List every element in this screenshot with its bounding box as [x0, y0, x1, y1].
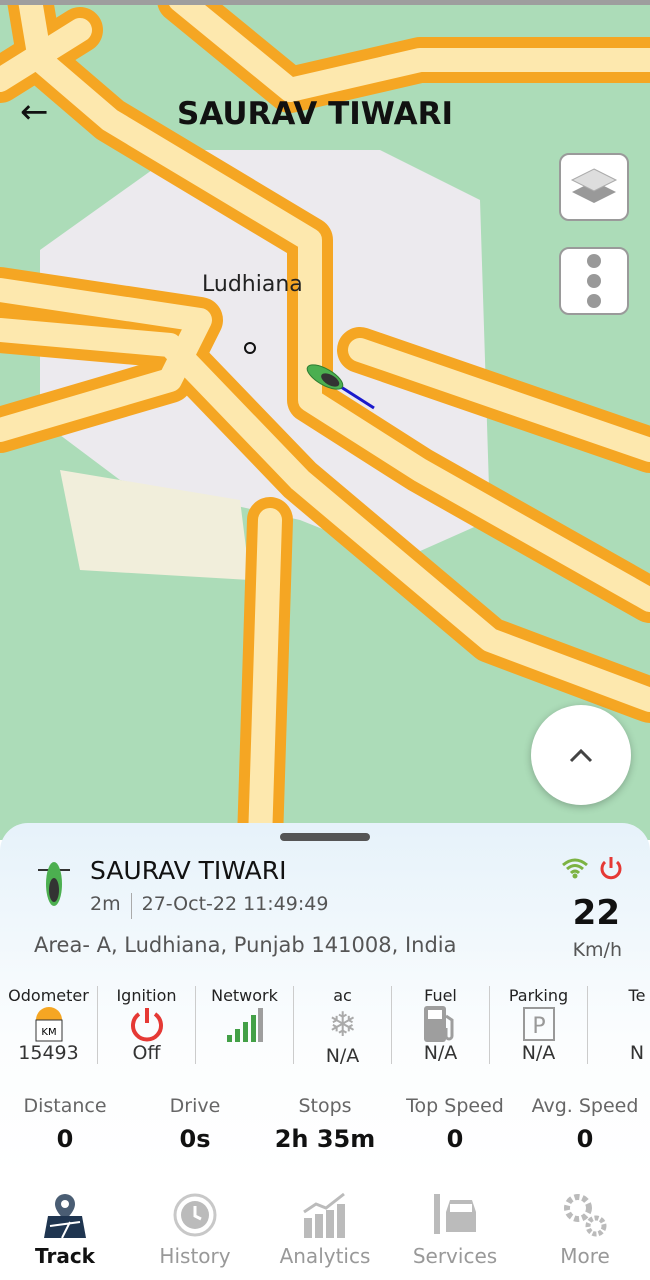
nav-services[interactable]: Services — [390, 1180, 520, 1280]
svg-text:P: P — [532, 1014, 545, 1039]
sensor-stats: Odometer KM 15493 Ignition Off Network ac ❄ N… — [0, 986, 650, 1067]
drag-handle[interactable] — [280, 833, 370, 841]
stat-ac[interactable]: ac ❄ N/A — [294, 986, 392, 1067]
motorcycle-icon — [38, 862, 70, 906]
more-vertical-icon — [587, 254, 601, 308]
odometer-km-icon: KM — [35, 1006, 62, 1041]
map-pin-icon — [44, 1194, 86, 1238]
layers-button[interactable] — [559, 153, 629, 221]
gears-icon — [564, 1194, 607, 1237]
more-options-button[interactable] — [559, 247, 629, 315]
divider — [130, 893, 132, 919]
nav-track[interactable]: Track — [0, 1180, 130, 1280]
gps-signal-icon — [562, 858, 588, 879]
last-update-time: 27-Oct-22 11:49:49 — [141, 893, 329, 915]
trip-stops: Stops 2h 35m — [274, 1095, 376, 1153]
speed-value: 22 — [572, 893, 620, 933]
stat-parking[interactable]: Parking P N/A — [490, 986, 588, 1064]
trip-top-speed: Top Speed 0 — [406, 1095, 504, 1153]
last-update-age: 2m — [90, 893, 121, 915]
power-status-icon — [600, 857, 622, 880]
stat-network[interactable]: Network — [196, 986, 294, 1064]
trip-summary: Distance 0 Drive 0s Stops 2h 35m Top Speed 0… — [0, 1095, 650, 1153]
nav-history[interactable]: History — [130, 1180, 260, 1280]
chevron-up-icon — [569, 748, 593, 763]
stat-fuel[interactable]: Fuel N/A — [392, 986, 490, 1064]
speed-unit: Km/h — [572, 939, 622, 961]
vehicle-address: Area- A, Ludhiana, Punjab 141008, India — [34, 933, 457, 957]
car-service-icon — [434, 1194, 476, 1234]
city-label: Ludhiana — [202, 272, 303, 297]
status-bar — [0, 0, 650, 5]
page-title: SAURAV TIWARI — [177, 96, 453, 132]
vehicle-details-sheet: SAURAV TIWARI 2m 27-Oct-22 11:49:49 Area-… — [0, 823, 650, 1180]
parking-icon: P — [522, 1006, 555, 1041]
stat-ignition[interactable]: Ignition Off — [98, 986, 196, 1064]
signal-bars-icon — [226, 1008, 263, 1042]
expand-sheet-button[interactable] — [531, 705, 631, 805]
fuel-pump-icon — [423, 1005, 453, 1042]
stat-temperature[interactable]: Te N — [588, 986, 650, 1064]
layers-icon — [570, 168, 618, 203]
analytics-chart-icon — [303, 1192, 345, 1238]
nav-analytics[interactable]: Analytics — [260, 1180, 390, 1280]
svg-text:KM: KM — [41, 1027, 56, 1038]
power-icon — [130, 1007, 163, 1041]
trip-distance: Distance 0 — [23, 1095, 107, 1153]
vehicle-name: SAURAV TIWARI — [90, 856, 287, 885]
history-clock-icon — [173, 1193, 217, 1237]
trip-drive: Drive 0s — [169, 1095, 221, 1153]
stat-odometer[interactable]: Odometer KM 15493 — [0, 986, 98, 1064]
trip-avg-speed: Avg. Speed 0 — [531, 1095, 639, 1153]
snowflake-icon: ❄ — [328, 1005, 357, 1045]
bottom-nav: Track History Analytics Services More — [0, 1180, 650, 1280]
nav-more[interactable]: More — [520, 1180, 650, 1280]
